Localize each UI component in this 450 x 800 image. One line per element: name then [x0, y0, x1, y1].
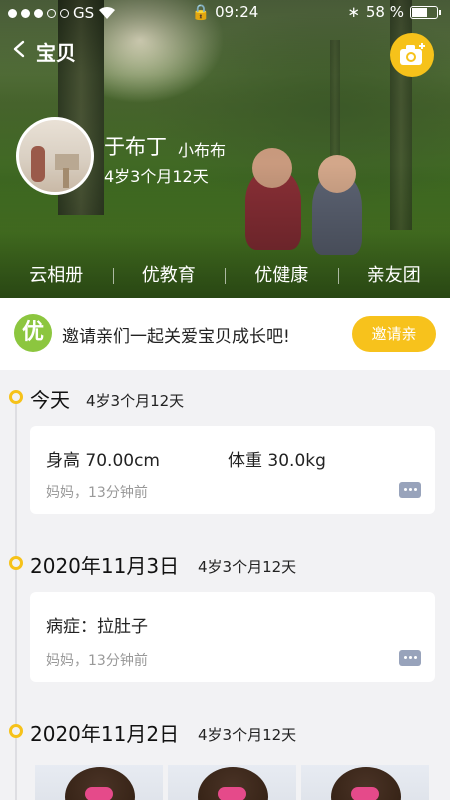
lock-icon: 🔒	[191, 3, 211, 21]
record-meta: 妈妈，13分钟前	[46, 653, 148, 669]
invite-button[interactable]: 邀请亲	[352, 316, 436, 352]
baby-age: 4岁3个月12天	[104, 167, 209, 186]
timeline-age: 4岁3个月12天	[198, 726, 297, 744]
tab-health[interactable]: 优健康	[225, 258, 338, 294]
tab-cloud-album[interactable]: 云相册	[0, 258, 113, 294]
comment-icon[interactable]	[399, 482, 421, 498]
invite-banner: 优 邀请亲们一起关爱宝贝成长吧! 邀请亲	[0, 298, 450, 370]
page-title: 宝贝	[36, 41, 76, 65]
back-icon[interactable]	[10, 39, 30, 59]
battery-percent: 58 %	[365, 3, 404, 21]
invite-text: 邀请亲们一起关爱宝贝成长吧!	[62, 327, 290, 347]
height-label: 身高	[46, 451, 80, 471]
timeline-date: 今天	[30, 388, 70, 412]
timeline-date: 2020年11月3日	[30, 554, 180, 578]
record-card[interactable]: 身高 70.00cm 体重 30.0kg 妈妈，13分钟前	[30, 426, 435, 514]
camera-button[interactable]	[390, 33, 434, 77]
record-meta: 妈妈，13分钟前	[46, 485, 148, 501]
timeline-date: 2020年11月2日	[30, 722, 180, 746]
weight-value: 30.0kg	[267, 451, 326, 471]
weight-label: 体重	[228, 451, 262, 471]
tab-education[interactable]: 优教育	[112, 258, 226, 294]
timeline-age: 4岁3个月12天	[198, 558, 297, 576]
status-time: 09:24	[215, 3, 259, 21]
baby-nickname: 小布布	[178, 141, 227, 160]
comment-icon[interactable]	[399, 650, 421, 666]
timeline-dot	[9, 390, 23, 404]
baby-name: 于布丁	[104, 135, 167, 159]
timeline: 今天 4岁3个月12天 身高 70.00cm 体重 30.0kg 妈妈，13分钟…	[0, 370, 450, 800]
hero-tabs: 云相册 优教育 优健康 亲友团	[0, 258, 450, 294]
bluetooth-icon: ∗	[347, 3, 360, 21]
avatar[interactable]	[16, 117, 94, 195]
status-bar: GS 🔒 09:24 ∗ 58 %	[0, 0, 450, 26]
timeline-dot	[9, 724, 23, 738]
photo-thumbnail[interactable]	[35, 765, 163, 800]
record-card[interactable]: 病症：拉肚子 妈妈，13分钟前	[30, 592, 435, 682]
timeline-age: 4岁3个月12天	[86, 392, 185, 410]
camera-icon	[400, 43, 425, 65]
tab-family-group[interactable]: 亲友团	[337, 258, 450, 294]
timeline-line	[15, 398, 17, 800]
battery-icon	[410, 5, 441, 19]
photo-thumbnail[interactable]	[301, 765, 429, 800]
app-logo-icon: 优	[14, 314, 52, 352]
symptom-text: 病症：拉肚子	[46, 617, 148, 637]
height-value: 70.00cm	[85, 451, 160, 471]
photo-thumbnail[interactable]	[168, 765, 296, 800]
timeline-dot	[9, 556, 23, 570]
